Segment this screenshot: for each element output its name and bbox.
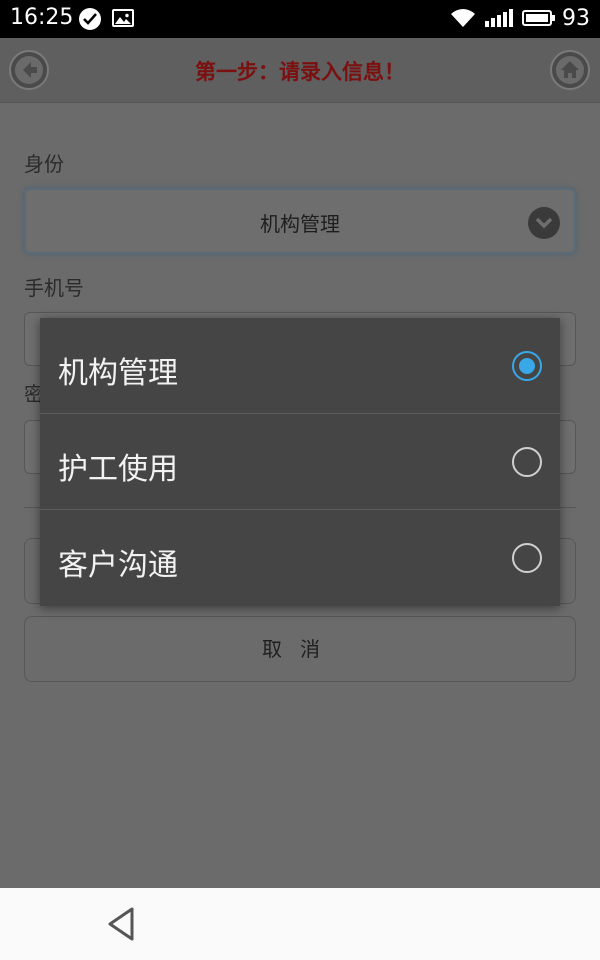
signal-icon [485,9,513,31]
radio-unselected-icon[interactable] [512,447,542,477]
option-customer-communication[interactable]: 客户沟通 [40,510,560,606]
app-header: 第一步：请录入信息！ [0,38,600,103]
radio-unselected-icon[interactable] [512,543,542,573]
home-icon [556,56,584,84]
identity-label: 身份 [24,152,64,176]
status-time: 16:25 [10,5,74,30]
wifi-icon [450,8,476,32]
system-nav-bar [0,888,600,960]
status-bar: 16:25 93 [0,0,600,38]
image-icon [112,9,134,27]
chevron-down-icon [528,207,560,239]
option-institution-management[interactable]: 机构管理 [40,318,560,414]
page-title: 第一步：请录入信息！ [195,60,405,84]
identity-options-dialog: 机构管理 护工使用 客户沟通 [40,318,560,606]
option-caregiver-use[interactable]: 护工使用 [40,414,560,510]
option-label: 机构管理 [58,356,178,391]
option-label: 护工使用 [58,452,178,487]
home-button[interactable] [550,50,590,90]
cancel-button[interactable]: 取消 [24,616,576,682]
option-label: 客户沟通 [58,548,178,583]
battery-icon [522,10,555,26]
check-circle-icon [79,8,101,30]
identity-select-value: 机构管理 [260,212,340,236]
identity-select[interactable]: 机构管理 [24,188,576,254]
nav-back-icon[interactable] [106,906,136,946]
radio-selected-icon[interactable] [512,351,542,381]
battery-percent: 93 [562,6,590,31]
phone-label: 手机号 [24,276,84,300]
